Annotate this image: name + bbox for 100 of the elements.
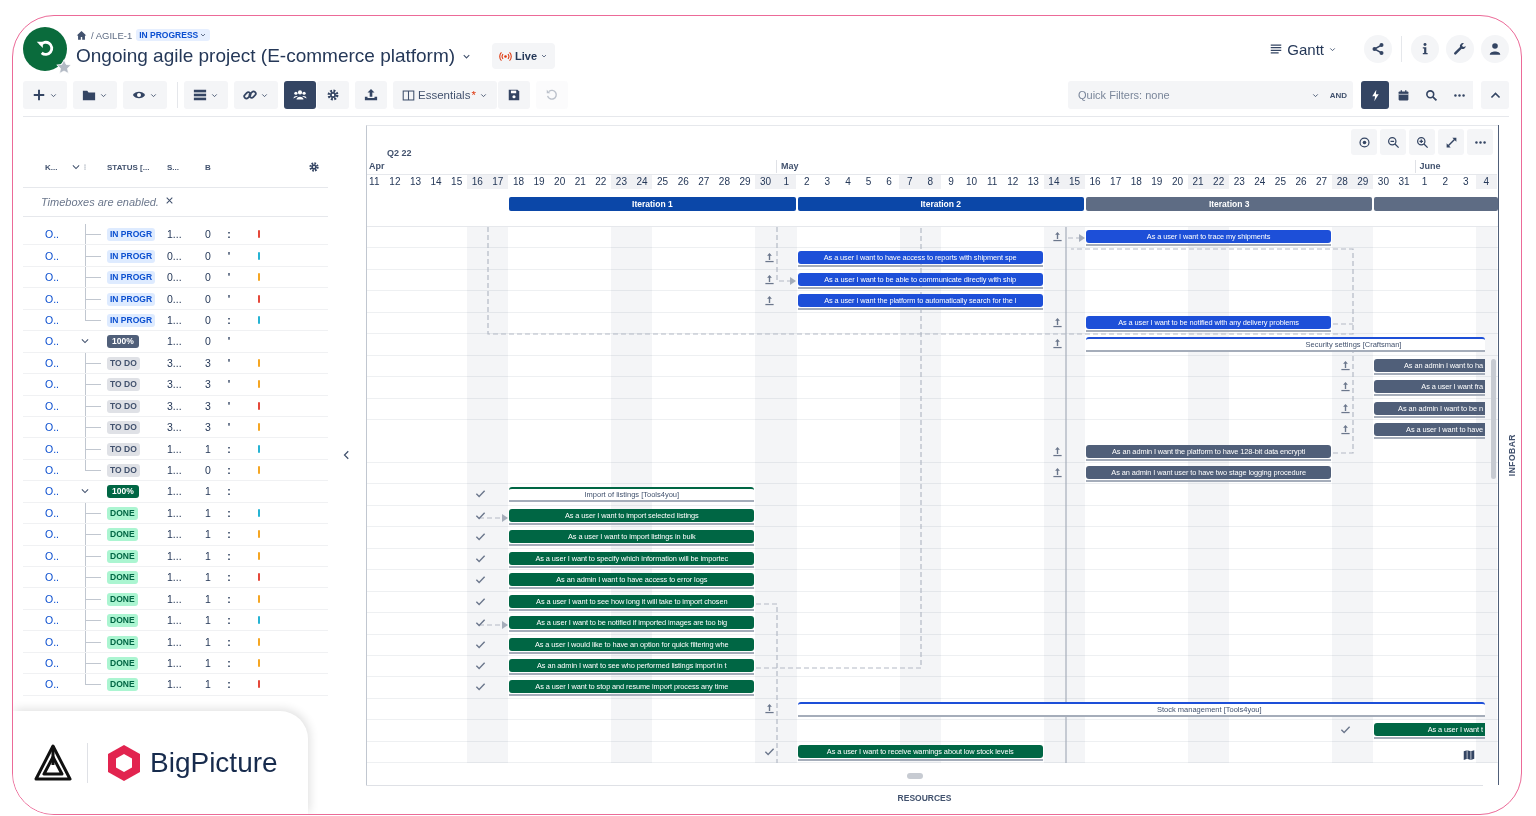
center-button[interactable] — [1351, 129, 1377, 155]
column-header[interactable]: STATUS [... — [107, 162, 150, 172]
column-header[interactable]: B — [205, 162, 211, 172]
calendar-button[interactable] — [1389, 81, 1417, 109]
resources-tab[interactable]: RESOURCES — [897, 793, 952, 803]
user-button[interactable] — [1481, 35, 1509, 63]
issue-key[interactable]: O.. — [45, 356, 59, 369]
issue-key[interactable]: O.. — [45, 378, 59, 391]
status-badge: TO DO — [107, 442, 140, 456]
more-button[interactable] — [1467, 129, 1493, 155]
status-badge: DONE — [107, 614, 138, 628]
issue-key[interactable]: O.. — [45, 335, 59, 348]
issue-key[interactable]: O.. — [45, 485, 59, 498]
table-cell: : — [227, 228, 231, 241]
info-button[interactable] — [1411, 35, 1439, 63]
undo-icon — [544, 88, 559, 102]
day-label: 17 — [1105, 174, 1126, 189]
infobar-tab[interactable]: INFOBAR — [1507, 433, 1517, 477]
map-button[interactable] — [1462, 749, 1476, 761]
status-badge: IN PROGR — [107, 249, 156, 263]
issue-key[interactable]: O.. — [45, 249, 59, 262]
zoom-out-icon — [1386, 135, 1400, 149]
table-cell: ' — [227, 356, 231, 369]
day-label: 7 — [899, 174, 921, 189]
table-cell: 1... — [167, 464, 182, 477]
issue-key[interactable]: O.. — [45, 678, 59, 691]
status-badge: IN PROGR — [107, 228, 156, 242]
lightning-button[interactable] — [1361, 81, 1389, 109]
status-badge: TO DO — [107, 464, 140, 478]
issue-key[interactable]: O.. — [45, 464, 59, 477]
gear-button[interactable] — [317, 81, 349, 109]
status-badge: TO DO — [107, 421, 140, 435]
issue-key[interactable]: O.. — [45, 228, 59, 241]
table-cell: 1... — [167, 635, 182, 648]
day-label: 23 — [1228, 174, 1250, 189]
table-cell: 1... — [167, 656, 182, 669]
save-button[interactable] — [497, 81, 530, 109]
zoom-out-button[interactable] — [1380, 129, 1406, 155]
view-menu[interactable]: Essentials* — [393, 81, 497, 109]
issue-key[interactable]: O.. — [45, 442, 59, 455]
share-button[interactable] — [1364, 35, 1392, 63]
issue-key[interactable]: O.. — [45, 592, 59, 605]
column-header[interactable]: K... — [45, 162, 58, 172]
issue-key[interactable]: O.. — [45, 571, 59, 584]
table-cell: 3 — [205, 378, 211, 391]
progress-badge: 100% — [107, 485, 139, 499]
rows-button[interactable] — [184, 81, 228, 109]
link-button[interactable] — [234, 81, 278, 109]
quick-filter-field[interactable]: Quick Filters: none AND — [1068, 81, 1353, 109]
progress-badge: 100% — [107, 335, 139, 349]
column-header[interactable]: S... — [167, 162, 179, 172]
home-link[interactable] — [76, 29, 87, 41]
table-cell: 0... — [167, 271, 182, 284]
people-icon — [293, 88, 307, 102]
day-label: 12 — [1002, 174, 1023, 189]
issue-key[interactable]: O.. — [45, 549, 59, 562]
table-cell: ' — [227, 292, 231, 305]
zoom-in-button[interactable] — [1409, 129, 1435, 155]
upload-button[interactable] — [355, 81, 387, 109]
add-button[interactable] — [23, 81, 67, 109]
issue-key[interactable]: O.. — [45, 399, 59, 412]
team-button[interactable] — [284, 81, 316, 109]
issue-key[interactable]: O.. — [45, 656, 59, 669]
tools-button[interactable] — [1446, 35, 1474, 63]
live-button[interactable]: Live — [492, 43, 556, 69]
status-badge: DONE — [107, 506, 138, 520]
day-label: 1 — [1414, 174, 1435, 189]
fullscreen-button[interactable] — [1438, 129, 1464, 155]
rows-icon — [193, 88, 207, 102]
day-label: 26 — [672, 174, 694, 189]
table-cell: 1... — [167, 485, 182, 498]
issue-key[interactable]: O.. — [45, 292, 59, 305]
issue-key[interactable]: O.. — [45, 271, 59, 284]
collapse-panel-button[interactable] — [342, 449, 352, 461]
month-label: May — [776, 160, 799, 173]
folder-button[interactable] — [73, 81, 117, 109]
iteration-bar: Iteration 2 — [797, 197, 1084, 211]
collapse-button[interactable] — [1481, 81, 1509, 109]
issue-key[interactable]: O.. — [45, 313, 59, 326]
scrollbar-thumb[interactable] — [1491, 359, 1496, 479]
issue-key[interactable]: O.. — [45, 506, 59, 519]
day-label: 29 — [1352, 174, 1374, 189]
day-label: 27 — [693, 174, 715, 189]
status-dropdown[interactable]: IN PROGRESS — [136, 29, 211, 41]
issue-key[interactable]: O.. — [45, 528, 59, 541]
breadcrumb-key[interactable]: / AGILE-1 — [91, 29, 133, 41]
eye-button[interactable] — [123, 81, 167, 109]
day-label: 2 — [796, 174, 818, 189]
issue-key[interactable]: O.. — [45, 421, 59, 434]
issue-key[interactable]: O.. — [45, 635, 59, 648]
view-menu[interactable]: Gantt — [1263, 39, 1343, 59]
issue-key[interactable]: O.. — [45, 614, 59, 627]
day-label: 25 — [652, 174, 673, 189]
day-label: 19 — [528, 174, 550, 189]
month-label: Apr — [367, 160, 385, 173]
scrollbar-thumb[interactable] — [907, 773, 923, 779]
table-cell: 1 — [205, 506, 211, 519]
table-cell: : — [227, 678, 231, 691]
day-label: 15 — [1064, 174, 1085, 189]
table-cell: 3 — [205, 421, 211, 434]
